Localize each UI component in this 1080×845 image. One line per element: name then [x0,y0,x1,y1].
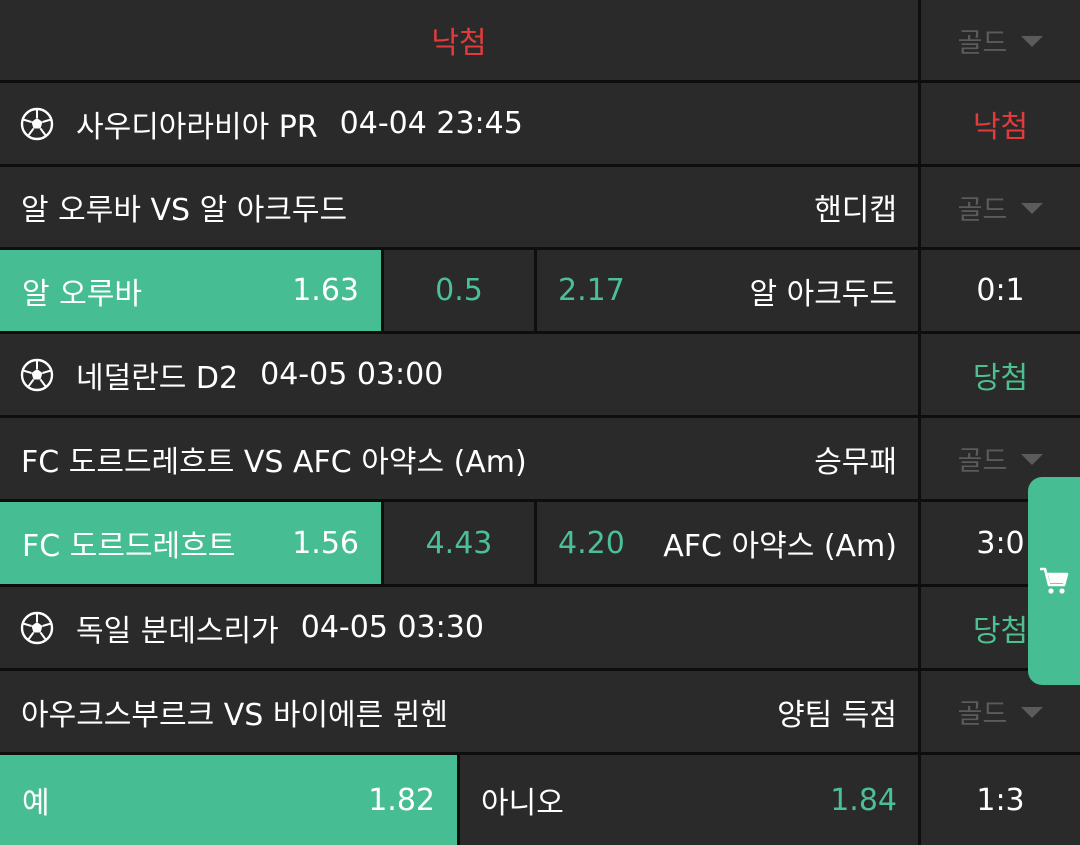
odds-home-selected[interactable]: FC 도르드레흐트 1.56 [0,502,384,584]
chevron-down-icon [1021,35,1044,47]
odds-no[interactable]: 아니오 1.84 [460,755,918,845]
gold-dropdown-label: 골드 [957,446,1008,477]
bet-result-text: 낙첨 [972,109,1029,145]
match-row: FC 도르드레흐트 VS AFC 아약스 (Am) 승무패 골드 [0,418,1080,502]
odds-row: FC 도르드레흐트 1.56 4.43 4.20 AFC 아약스 (Am) 3:… [0,502,1080,587]
league-row: 사우디아라비아 PR 04-04 23:45 낙첨 [0,83,1080,167]
league-info: 독일 분데스리가 04-05 03:30 [0,587,918,668]
final-score: 0:1 [918,250,1080,331]
league-row: 독일 분데스리가 04-05 03:30 당첨 [0,587,1080,671]
bet-result: 낙첨 [918,83,1080,164]
odds-away[interactable]: 4.20 AFC 아약스 (Am) [537,502,918,584]
soccer-ball-icon [20,611,54,645]
gold-dropdown[interactable]: 골드 [918,0,1080,80]
gold-dropdown[interactable]: 골드 [918,167,1080,247]
slip-status: 낙첨 [0,0,918,80]
market-type: 양팀 득점 [777,697,897,733]
yes-label: 예 [22,786,50,821]
league-name: 사우디아라비아 PR [76,109,318,145]
final-score: 1:3 [918,755,1080,845]
match-row: 아우크스부르크 VS 바이에른 뮌헨 양팀 득점 골드 [0,671,1080,755]
cart-button[interactable] [1028,477,1080,685]
final-score-text: 3:0 [976,525,1025,561]
bet-history-list: 낙첨 골드 사우디아라비아 PR 04-04 23:45 낙첨 알 오루바 VS… [0,0,1080,845]
home-odds: 1.63 [292,273,359,308]
league-name: 네덜란드 D2 [76,360,239,396]
gold-dropdown-label: 골드 [957,27,1008,59]
gold-dropdown-label: 골드 [957,194,1008,226]
bet-result-text: 당첨 [972,613,1029,649]
odds-away[interactable]: 2.17 알 아크두드 [537,250,918,331]
match-title: 알 오루바 VS 알 아크두드 [21,193,348,228]
final-score-text: 1:3 [976,782,1025,818]
league-info: 네덜란드 D2 04-05 03:00 [0,334,918,415]
league-row: 네덜란드 D2 04-05 03:00 당첨 [0,334,1080,418]
match-datetime: 04-05 03:30 [300,610,484,645]
match-datetime: 04-05 03:00 [260,357,444,392]
draw-odds: 4.43 [425,525,493,561]
soccer-ball-icon [20,107,54,141]
odds-home-selected[interactable]: 알 오루바 1.63 [0,250,384,331]
home-odds: 1.56 [292,525,359,561]
bet-result: 당첨 [918,334,1080,415]
away-team-label: 알 아크두드 [749,276,897,312]
final-score-text: 0:1 [976,273,1025,308]
away-odds: 2.17 [558,273,625,308]
market-type: 핸디캡 [814,193,897,228]
odds-middle[interactable]: 0.5 [384,250,537,331]
bet-result-text: 당첨 [972,360,1029,396]
handicap-value: 0.5 [435,273,483,308]
home-team-label: FC 도르드레흐트 [22,529,236,564]
away-odds: 4.20 [558,525,625,561]
market-type: 승무패 [814,444,897,480]
chevron-down-icon [1021,454,1044,465]
match-title: 아우크스부르크 VS 바이에른 뮌헨 [21,697,448,733]
away-team-label: AFC 아약스 (Am) [663,529,897,564]
yes-odds: 1.82 [368,782,435,818]
odds-draw[interactable]: 4.43 [384,502,537,584]
chevron-down-icon [1021,202,1044,214]
odds-row: 알 오루바 1.63 0.5 2.17 알 아크두드 0:1 [0,250,1080,334]
soccer-ball-icon [20,358,54,392]
slip-status-text: 낙첨 [431,26,487,61]
home-team-label: 알 오루바 [22,276,142,312]
no-label: 아니오 [481,786,564,821]
no-odds: 1.84 [830,782,897,818]
odds-row: 예 1.82 아니오 1.84 1:3 [0,755,1080,845]
bet-slip-header: 낙첨 골드 [0,0,1080,83]
odds-yes-selected[interactable]: 예 1.82 [0,755,460,845]
league-info: 사우디아라비아 PR 04-04 23:45 [0,83,918,164]
match-datetime: 04-04 23:45 [339,106,523,141]
cart-icon [1040,567,1069,594]
league-name: 독일 분데스리가 [76,613,279,649]
match-title: FC 도르드레흐트 VS AFC 아약스 (Am) [21,444,527,480]
match-row: 알 오루바 VS 알 아크두드 핸디캡 골드 [0,167,1080,250]
gold-dropdown-label: 골드 [957,699,1008,730]
chevron-down-icon [1021,707,1044,718]
